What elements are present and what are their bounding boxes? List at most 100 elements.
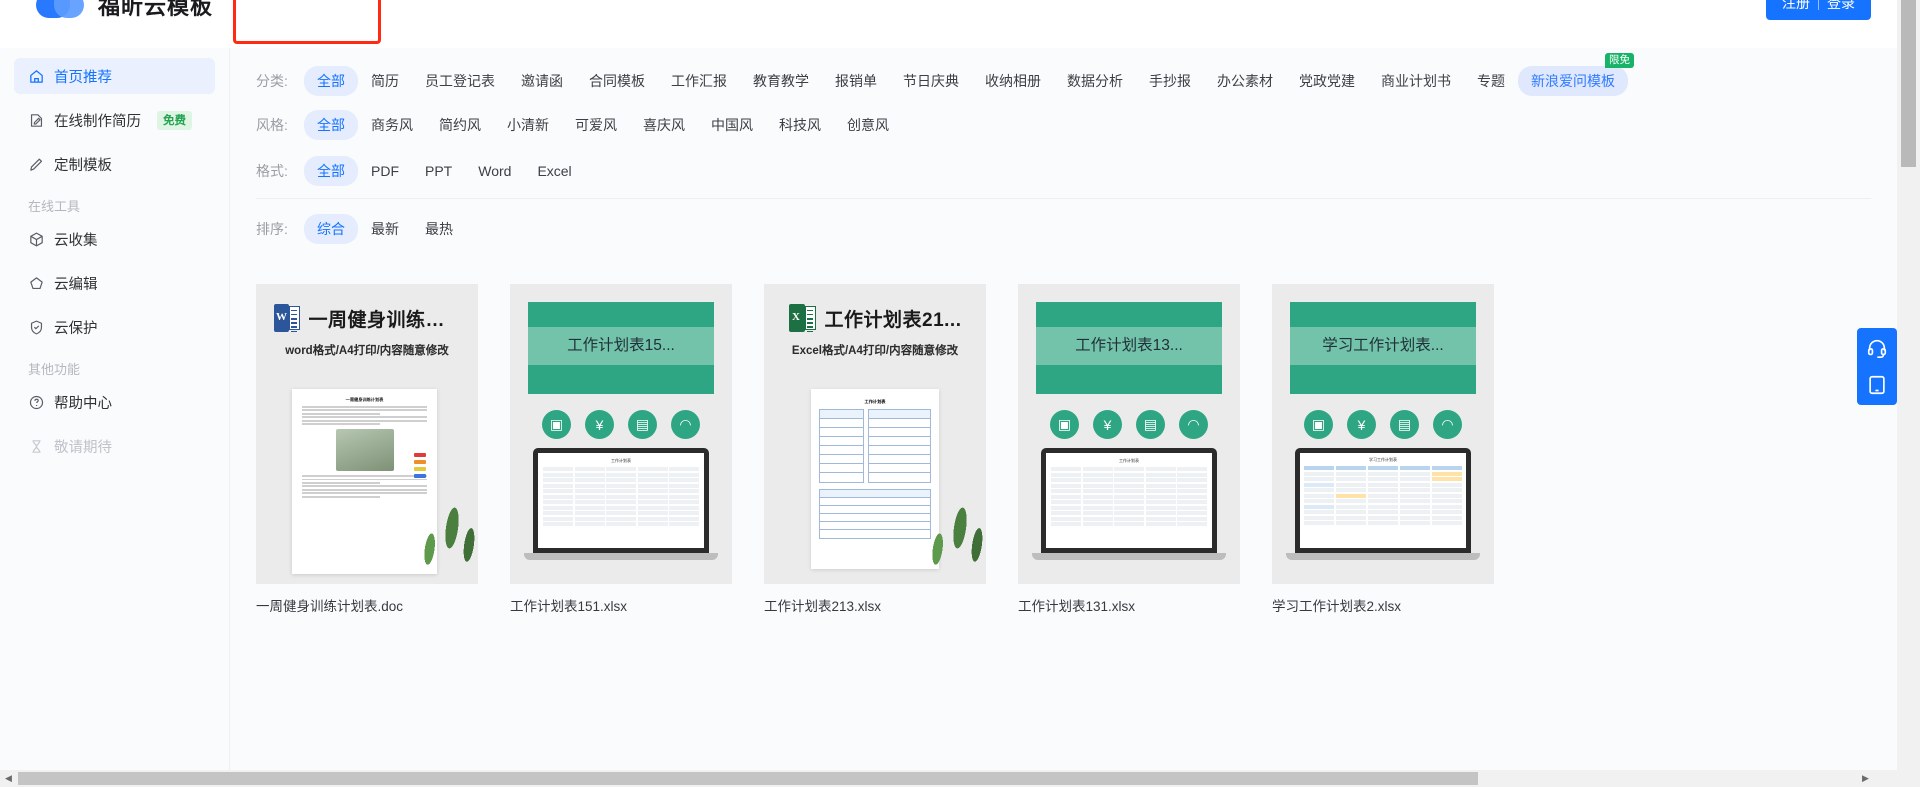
filter-chip-style-7[interactable]: 科技风 xyxy=(766,110,834,140)
brand[interactable]: 福昕云模板 xyxy=(36,0,213,24)
template-filename: 工作计划表131.xlsx xyxy=(1018,599,1136,614)
horizontal-scrollbar[interactable]: ◀ ▶ xyxy=(0,770,1897,787)
filter-chip-category-7[interactable]: 报销单 xyxy=(822,66,890,96)
money-bag-icon: ¥ xyxy=(585,410,614,439)
filter-chip-category-0[interactable]: 全部 xyxy=(304,66,358,96)
sidebar-item-help-center[interactable]: 帮助中心 xyxy=(14,384,215,420)
filter-chip-category-3[interactable]: 邀请函 xyxy=(508,66,576,96)
logo-icon xyxy=(36,0,88,24)
thumb-title: 一周健身训练计... xyxy=(308,309,461,331)
filter-chip-format-1[interactable]: PDF xyxy=(358,158,412,184)
template-filename: 一周健身训练计划表.doc xyxy=(256,599,404,614)
presentation-icon: ▣ xyxy=(1304,410,1333,439)
filter-divider xyxy=(256,198,1871,199)
sidebar-item-cloud-collect[interactable]: 云收集 xyxy=(14,221,215,257)
thumb-icon-row: ▣ ¥ ▤ ◠ xyxy=(1036,410,1222,439)
thumb-subtitle: Excel格式/A4打印/内容随意修改 xyxy=(791,345,959,357)
filter-row-category: 分类: 全部 简历 员工登记表 邀请函 合同模板 工作汇报 教育教学 报销单 节… xyxy=(230,53,1897,98)
template-results-grid: W 一周健身训练计... word格式/A4打印/内容随意修改 一周健身训练计划… xyxy=(230,246,1897,615)
template-card[interactable]: 学习工作计划表... ▣ ¥ ▤ ◠ 学习工作计划表 学习工作计划表2.xlsx xyxy=(1272,284,1494,615)
filter-chip-category-16[interactable]: 新浪爱问模板 限免 xyxy=(1518,53,1634,96)
filter-chip-format-0[interactable]: 全部 xyxy=(304,156,358,186)
template-filename: 工作计划表213.xlsx xyxy=(764,599,882,614)
thumb-banner: 学习工作计划表... xyxy=(1290,302,1476,394)
filter-chip-sort-1[interactable]: 最新 xyxy=(358,214,412,244)
filter-chip-sort-0[interactable]: 综合 xyxy=(304,214,358,244)
filter-chip-category-4[interactable]: 合同模板 xyxy=(576,66,658,96)
template-card[interactable]: X 工作计划表21... Excel格式/A4打印/内容随意修改 工作计划表 工… xyxy=(764,284,986,615)
filter-chip-category-15[interactable]: 专题 xyxy=(1464,66,1518,96)
filter-chip-format-2[interactable]: PPT xyxy=(412,158,465,184)
filter-chip-category-12[interactable]: 办公素材 xyxy=(1204,66,1286,96)
filter-chip-category-2[interactable]: 员工登记表 xyxy=(412,66,508,96)
sidebar-item-online-resume[interactable]: 在线制作简历 免费 xyxy=(14,102,215,138)
tablet-icon[interactable] xyxy=(1866,374,1888,396)
filter-chip-style-3[interactable]: 小清新 xyxy=(494,110,562,140)
sidebar-item-home[interactable]: 首页推荐 xyxy=(14,58,215,94)
thumb-header: W 一周健身训练计... xyxy=(256,284,478,333)
filter-chip-category-16-label: 新浪爱问模板 xyxy=(1531,73,1615,89)
auth-button-group[interactable]: 注册 登录 xyxy=(1766,0,1871,20)
template-card[interactable]: 工作计划表13... ▣ ¥ ▤ ◠ 工作计划表 工作计划表131.xlsx xyxy=(1018,284,1240,615)
mini-preview-title: 工作计划表 xyxy=(1119,458,1139,463)
auth-buttons[interactable]: 注册 登录 xyxy=(1766,0,1871,20)
login-button[interactable]: 登录 xyxy=(1827,0,1855,13)
sidebar-item-label: 定制模板 xyxy=(54,157,112,174)
search-input[interactable]: 计划表 xyxy=(233,0,381,44)
thumb-icon-row: ▣ ¥ ▤ ◠ xyxy=(528,410,714,439)
chart-icon: ◠ xyxy=(671,410,700,439)
filter-label-style: 风格: xyxy=(256,117,288,133)
filter-label-sort: 排序: xyxy=(256,221,288,237)
filter-chip-format-4[interactable]: Excel xyxy=(524,158,584,184)
sidebar-item-label: 帮助中心 xyxy=(54,395,112,412)
filter-chip-sort-2[interactable]: 最热 xyxy=(412,214,466,244)
filter-chip-category-10[interactable]: 数据分析 xyxy=(1054,66,1136,96)
site-header: 福昕云模板 计划表 注册 登录 xyxy=(0,0,1897,48)
sidebar-item-cloud-protect[interactable]: 云保护 xyxy=(14,309,215,345)
filter-label-category: 分类: xyxy=(256,73,288,89)
scroll-left-arrow[interactable]: ◀ xyxy=(0,770,17,787)
thumb-subtitle: word格式/A4打印/内容随意修改 xyxy=(285,345,449,357)
register-button[interactable]: 注册 xyxy=(1782,0,1810,13)
scroll-right-arrow[interactable]: ▶ xyxy=(1857,770,1874,787)
filter-chip-style-1[interactable]: 商务风 xyxy=(358,110,426,140)
presentation-icon: ▣ xyxy=(1050,410,1079,439)
thumb-icon-row: ▣ ¥ ▤ ◠ xyxy=(1290,410,1476,439)
template-card[interactable]: 工作计划表15... ▣ ¥ ▤ ◠ 工作计划表 工作计划表151.xlsx xyxy=(510,284,732,615)
filter-chip-category-9[interactable]: 收纳相册 xyxy=(972,66,1054,96)
filter-chip-style-0[interactable]: 全部 xyxy=(304,110,358,140)
page-root: 福昕云模板 计划表 注册 登录 首页推荐 在线制作简历 xyxy=(0,0,1920,787)
cube-icon xyxy=(30,232,43,246)
filter-chip-style-6[interactable]: 中国风 xyxy=(698,110,766,140)
filter-chip-style-8[interactable]: 创意风 xyxy=(834,110,902,140)
thumb-preview-page: 一周健身训练计划表 xyxy=(292,389,437,574)
template-thumbnail: 工作计划表15... ▣ ¥ ▤ ◠ 工作计划表 xyxy=(510,284,732,584)
chart-icon: ◠ xyxy=(1433,410,1462,439)
sidebar-item-custom-template[interactable]: 定制模板 xyxy=(14,146,215,182)
limited-free-badge: 限免 xyxy=(1605,53,1634,68)
filter-chip-style-5[interactable]: 喜庆风 xyxy=(630,110,698,140)
filter-chip-category-6[interactable]: 教育教学 xyxy=(740,66,822,96)
vertical-scrollbar[interactable] xyxy=(1897,0,1920,787)
sidebar-item-cloud-edit[interactable]: 云编辑 xyxy=(14,265,215,301)
sidebar-item-label: 云收集 xyxy=(54,232,98,249)
horizontal-scrollbar-thumb[interactable] xyxy=(18,772,1478,785)
filter-chip-style-4[interactable]: 可爱风 xyxy=(562,110,630,140)
preview-page-title: 一周健身训练计划表 xyxy=(345,397,384,402)
template-thumbnail: 学习工作计划表... ▣ ¥ ▤ ◠ 学习工作计划表 xyxy=(1272,284,1494,584)
headset-icon[interactable] xyxy=(1866,337,1888,359)
filter-chip-category-8[interactable]: 节日庆典 xyxy=(890,66,972,96)
filter-chip-category-5[interactable]: 工作汇报 xyxy=(658,66,740,96)
filter-chip-style-2[interactable]: 简约风 xyxy=(426,110,494,140)
filter-chip-category-1[interactable]: 简历 xyxy=(358,66,412,96)
sidebar-item-label: 云编辑 xyxy=(54,276,98,293)
sidebar-group-other: 其他功能 xyxy=(28,362,81,377)
filter-chip-category-14[interactable]: 商业计划书 xyxy=(1368,66,1464,96)
filter-chip-category-13[interactable]: 党政党建 xyxy=(1286,66,1368,96)
filter-chip-format-3[interactable]: Word xyxy=(465,158,524,184)
filter-chip-category-11[interactable]: 手抄报 xyxy=(1136,66,1204,96)
template-card[interactable]: W 一周健身训练计... word格式/A4打印/内容随意修改 一周健身训练计划… xyxy=(256,284,478,615)
vertical-scrollbar-thumb[interactable] xyxy=(1901,0,1916,167)
thumb-banner: 工作计划表13... xyxy=(1036,302,1222,394)
sidebar-item-label: 首页推荐 xyxy=(54,69,112,86)
